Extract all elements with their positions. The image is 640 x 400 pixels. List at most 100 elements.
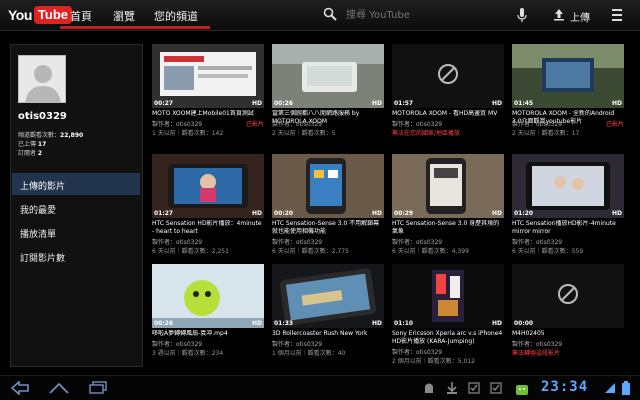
video-meta: 6 天以前｜觀看次數：4,399 xyxy=(392,248,469,255)
wifi-icon xyxy=(605,383,615,393)
video-thumbnail[interactable]: 01:45 HD xyxy=(512,44,624,108)
video-meta: 無法在您的國家/地區播放 xyxy=(392,130,461,137)
check-icon xyxy=(490,382,502,394)
hd-badge: HD xyxy=(611,210,622,217)
search-icon[interactable] xyxy=(323,7,337,21)
video-duration: 00:20 xyxy=(274,210,294,217)
video-meta: 6 天以前｜觀看次數：2,251 xyxy=(152,248,229,255)
tab-browse[interactable]: 瀏覽 xyxy=(113,8,135,28)
video-duration: 00:00 xyxy=(514,320,534,327)
video-thumbnail[interactable]: 01:33 HD xyxy=(272,264,384,328)
video-title[interactable]: 3D Rollercoaster Rush New York xyxy=(272,330,384,338)
logo-you-text: You xyxy=(8,7,32,23)
video-thumbnail[interactable]: 01:20 HD xyxy=(512,154,624,218)
sidebar-item-subscriptions[interactable]: 訂閱影片數 xyxy=(12,245,140,267)
video-author: 製作者：otis0329 xyxy=(512,239,563,246)
video-meta: 3 週以前｜觀看次數：234 xyxy=(152,350,224,357)
stat-label: 已上傳 xyxy=(18,141,38,148)
video-thumbnail[interactable]: 00:26 HD xyxy=(152,264,264,328)
video-duration: 01:57 xyxy=(394,100,414,107)
video-thumbnail[interactable]: 00:26 HD xyxy=(272,44,384,108)
video-thumbnail[interactable]: 00:29 HD xyxy=(392,154,504,218)
video-duration: 00:27 xyxy=(154,100,174,107)
video-author: 製作者：otis0329 xyxy=(392,121,443,128)
video-title[interactable]: HTC Sensation HD影片播放：4minute - heart to … xyxy=(152,220,264,236)
video-author: 製作者：otis0329 xyxy=(152,341,203,348)
video-meta: 6 天以前｜觀看次數：559 xyxy=(512,248,584,255)
video-meta: 1 個月以前｜觀看次數：40 xyxy=(272,350,346,357)
sidebar-item-uploads[interactable]: 上傳的影片 xyxy=(12,173,140,195)
stat-label: 訂閱者 xyxy=(18,150,38,157)
sidebar-item-favorites[interactable]: 我的最愛 xyxy=(12,197,140,219)
recent-apps-icon[interactable] xyxy=(88,381,108,395)
market-icon xyxy=(516,385,528,395)
tab-home[interactable]: 首頁 xyxy=(70,8,92,28)
video-duration: 01:20 xyxy=(514,210,534,217)
tab-your-channel[interactable]: 您的頻道 xyxy=(154,8,198,28)
video-author: 製作者：otis0329 xyxy=(152,121,203,128)
mic-icon[interactable] xyxy=(516,7,528,23)
stat-label: 頻道觀看次數： xyxy=(18,132,61,139)
video-title[interactable]: MOTO XOOM建上Mobile01首頁測試 xyxy=(152,110,264,118)
video-meta: 6 天以前｜觀看次數：2,775 xyxy=(272,248,349,255)
video-thumbnail[interactable]: 00:20 HD xyxy=(272,154,384,218)
video-author: 製作者：otis0329 xyxy=(392,349,443,356)
sidebar-item-playlists[interactable]: 播放清單 xyxy=(12,221,140,243)
hd-badge: HD xyxy=(491,210,502,217)
clock: 23:34 xyxy=(541,379,589,395)
video-duration: 01:45 xyxy=(514,100,534,107)
video-thumbnail[interactable]: 00:27 HD xyxy=(152,44,264,108)
hd-badge: HD xyxy=(611,100,622,107)
youtube-logo[interactable]: You Tube xyxy=(8,4,72,26)
video-duration: 01:27 xyxy=(154,210,174,217)
channel-sidebar: otis0329 頻道觀看次數：22,890 已上傳 17 訂閱者 2 上傳的影… xyxy=(10,44,143,367)
video-meta: 2 天以前｜觀看次數：17 xyxy=(512,130,580,137)
video-thumbnail[interactable]: 00:00 xyxy=(512,264,624,328)
home-icon[interactable] xyxy=(48,381,70,395)
video-author: 製作者：otis0329 xyxy=(392,239,443,246)
video-author: 製作者：otis0329 xyxy=(272,239,323,246)
hd-badge: HD xyxy=(371,100,382,107)
video-title[interactable]: Sony Ericsson Xperia arc v.s iPhone4 HD影… xyxy=(392,330,504,346)
video-meta: 1 天以前｜觀看次數：142 xyxy=(152,130,224,137)
video-author: 製作者：otis0329 xyxy=(152,239,203,246)
upload-icon[interactable] xyxy=(553,8,565,21)
video-thumbnail[interactable]: 01:27 HD xyxy=(152,154,264,218)
stat-value: 17 xyxy=(37,141,47,148)
video-title[interactable]: HTC Sensation播放HD影片-4minute mirror mirro… xyxy=(512,220,624,236)
download-icon xyxy=(447,382,457,394)
video-thumbnail[interactable]: 01:10 HD xyxy=(392,264,504,328)
hd-badge: HD xyxy=(371,210,382,217)
hd-badge: HD xyxy=(251,100,262,107)
video-author: 製作者：otis0329 xyxy=(512,341,563,348)
android-icon xyxy=(425,383,433,393)
video-meta: 無法轉換這段影片 xyxy=(512,350,561,357)
video-duration: 01:10 xyxy=(394,320,414,327)
video-duration: 00:26 xyxy=(274,100,294,107)
logo-tube-text: Tube xyxy=(33,6,72,24)
video-title[interactable]: HTC Sensation-Sense 3.0 不用解鎖幕就也能使用相機功能 xyxy=(272,220,384,236)
stat-value: 2 xyxy=(37,150,43,157)
hd-badge: HD xyxy=(251,210,262,217)
stat-subscribers: 訂閱者 2 xyxy=(18,148,42,157)
hd-badge: HD xyxy=(251,320,262,327)
video-author: 製作者：otis0329 xyxy=(272,121,323,128)
video-title[interactable]: M4H02405 xyxy=(512,330,624,338)
upload-button-label[interactable]: 上傳 xyxy=(570,9,590,24)
system-bar: 23:34 xyxy=(0,375,640,400)
video-title[interactable]: MOTOROLA XOOM - 看HD高畫質 MV xyxy=(392,110,504,118)
avatar[interactable] xyxy=(18,55,66,103)
video-author: 製作者：otis0329 xyxy=(512,121,563,128)
back-icon[interactable] xyxy=(10,381,30,395)
video-title[interactable]: HTC Sensation-Sense 3.0 身歷其境的氣象 xyxy=(392,220,504,236)
video-thumbnail[interactable]: 01:57 HD xyxy=(392,44,504,108)
active-tab-indicator xyxy=(60,26,210,29)
menu-icon[interactable] xyxy=(611,8,623,22)
video-status: 已影片 xyxy=(245,121,264,128)
search-input[interactable] xyxy=(346,7,506,23)
video-title[interactable]: 哆啦A夢轉轉風扇-袁冲.mp4 xyxy=(152,330,264,338)
video-author: 製作者：otis0329 xyxy=(272,341,323,348)
video-meta: 2 天以前｜觀看次數：5 xyxy=(272,130,336,137)
video-meta: 2 個月以前｜觀看次數：5,012 xyxy=(392,358,475,365)
video-duration: 00:26 xyxy=(154,320,174,327)
